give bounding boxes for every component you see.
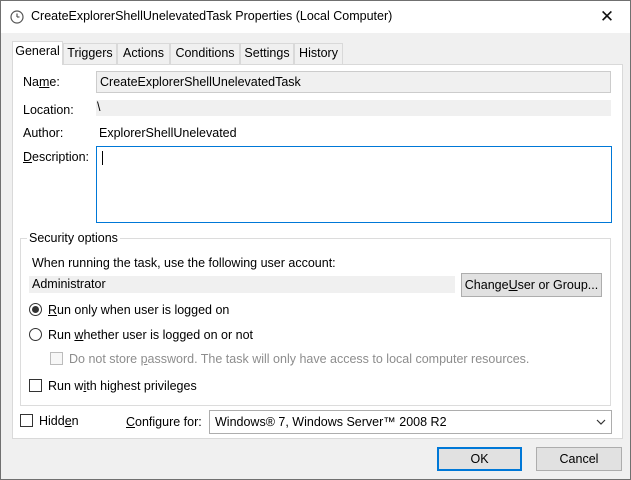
tab-triggers[interactable]: Triggers: [63, 43, 117, 64]
tab-history[interactable]: History: [294, 43, 343, 64]
run-only-when-logged-on-radio[interactable]: [29, 303, 42, 316]
title-bar[interactable]: CreateExplorerShellUnelevatedTask Proper…: [1, 1, 630, 33]
location-label: Location:: [23, 103, 74, 117]
run-whether-logged-on-radio[interactable]: [29, 328, 42, 341]
task-clock-icon: [10, 10, 24, 24]
cancel-button[interactable]: Cancel: [536, 447, 622, 471]
close-icon: ✕: [599, 6, 615, 26]
name-label: Name:: [23, 75, 60, 89]
configure-for-label: Configure for:: [126, 415, 202, 429]
properties-dialog: CreateExplorerShellUnelevatedTask Proper…: [0, 0, 631, 480]
description-label: Description:: [23, 150, 90, 164]
do-not-store-password-checkbox[interactable]: [50, 352, 63, 365]
run-whether-logged-on-label[interactable]: Run whether user is logged on or not: [48, 328, 253, 342]
tab-conditions[interactable]: Conditions: [170, 43, 240, 64]
run-with-highest-privileges-checkbox[interactable]: [29, 379, 42, 392]
radio-selected-dot: [32, 306, 39, 313]
ok-button[interactable]: OK: [437, 447, 522, 471]
account-prompt: When running the task, use the following…: [32, 256, 336, 270]
hidden-checkbox[interactable]: [20, 414, 33, 427]
location-value: \: [96, 100, 611, 116]
user-account-value: Administrator: [29, 276, 455, 293]
run-only-when-logged-on-label[interactable]: Run only when user is logged on: [48, 303, 229, 317]
tab-settings[interactable]: Settings: [240, 43, 294, 64]
task-name-field[interactable]: CreateExplorerShellUnelevatedTask: [96, 71, 611, 93]
description-textarea[interactable]: [96, 146, 612, 223]
tab-general[interactable]: General: [12, 41, 63, 65]
author-label: Author:: [23, 126, 64, 140]
change-user-or-group-button[interactable]: Change User or Group...: [461, 273, 602, 297]
configure-for-dropdown[interactable]: Windows® 7, Windows Server™ 2008 R2: [209, 410, 612, 434]
chevron-down-icon: [596, 419, 606, 425]
window-title: CreateExplorerShellUnelevatedTask Proper…: [31, 9, 393, 23]
hidden-label[interactable]: Hidden: [39, 414, 79, 428]
text-caret: [102, 151, 103, 165]
tab-actions[interactable]: Actions: [117, 43, 170, 64]
security-options-title: Security options: [27, 231, 120, 245]
author-value: ExplorerShellUnelevated: [99, 126, 237, 140]
configure-for-value: Windows® 7, Windows Server™ 2008 R2: [215, 415, 447, 429]
do-not-store-password-label: Do not store password. The task will onl…: [69, 352, 530, 366]
close-button[interactable]: ✕: [584, 1, 630, 32]
run-with-highest-privileges-label[interactable]: Run with highest privileges: [48, 379, 197, 393]
